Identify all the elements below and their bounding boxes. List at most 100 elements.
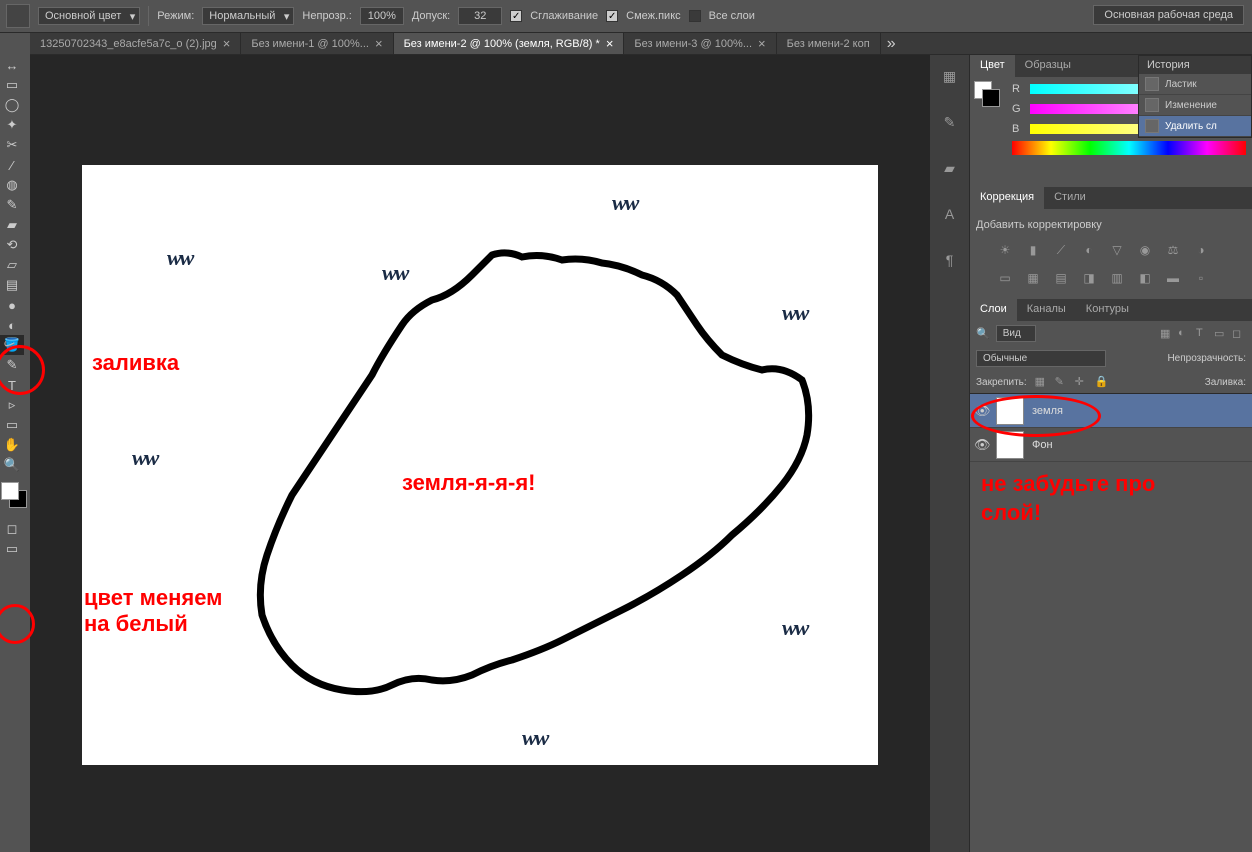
canvas[interactable]: ww ww ww ww ww ww ww земля-я-я-я!	[82, 165, 878, 765]
path-sel-tool[interactable]: ▹	[0, 395, 24, 415]
selective-icon[interactable]: ▫	[1192, 269, 1210, 287]
antialias-checkbox[interactable]: ✓	[510, 10, 522, 22]
lock-transparency-icon[interactable]: ▦	[1035, 375, 1049, 389]
history-tab[interactable]: История	[1139, 56, 1251, 74]
paint-bucket-tool[interactable]: 🪣	[0, 335, 24, 355]
swatches-tab[interactable]: Образцы	[1015, 55, 1081, 77]
eyedropper-tool[interactable]: ⁄	[0, 155, 24, 175]
contiguous-checkbox[interactable]: ✓	[606, 10, 618, 22]
lookup-icon[interactable]: ▤	[1052, 269, 1070, 287]
invert-icon[interactable]: ◨	[1080, 269, 1098, 287]
para-dock-icon[interactable]: ¶	[939, 249, 961, 271]
hand-tool[interactable]: ✋	[0, 435, 24, 455]
lock-paint-icon[interactable]: ✎	[1055, 375, 1069, 389]
layers-tab[interactable]: Слои	[970, 299, 1017, 321]
photo-filter-icon[interactable]: ▭	[996, 269, 1014, 287]
dock-strip: ▦ ✎ ▰ A ¶	[930, 55, 970, 852]
heal-tool[interactable]: ◍	[0, 175, 24, 195]
opacity-label: Непрозр.:	[302, 10, 351, 22]
filter-pixel-icon[interactable]: ▦	[1160, 327, 1174, 341]
history-item[interactable]: Ластик	[1139, 74, 1251, 95]
lock-position-icon[interactable]: ✛	[1075, 375, 1089, 389]
quickmask-tool[interactable]: ◻	[0, 519, 24, 539]
layer-kind-dropdown[interactable]: Вид	[996, 325, 1036, 342]
lock-all-icon[interactable]: 🔒	[1095, 375, 1109, 389]
color-swatches[interactable]	[0, 481, 28, 509]
layer-name[interactable]: Фон	[1032, 439, 1053, 451]
char-dock-icon[interactable]: A	[939, 203, 961, 225]
mode-label: Режим:	[157, 10, 194, 22]
close-icon[interactable]: ×	[606, 36, 614, 51]
blur-tool[interactable]: ●	[0, 295, 24, 315]
brush-tool[interactable]: ✎	[0, 195, 24, 215]
vibrance-icon[interactable]: ▽	[1108, 241, 1126, 259]
type-tool[interactable]: T	[0, 375, 24, 395]
blend-mode-dropdown[interactable]: Обычные	[976, 350, 1106, 367]
history-item[interactable]: Удалить сл	[1139, 116, 1251, 137]
clone-dock-icon[interactable]: ▰	[939, 157, 961, 179]
marquee-tool[interactable]: ▭	[0, 75, 24, 95]
color-tab[interactable]: Цвет	[970, 55, 1015, 77]
posterize-icon[interactable]: ▥	[1108, 269, 1126, 287]
opacity-label: Непрозрачность:	[1167, 353, 1246, 364]
styles-tab[interactable]: Стили	[1044, 187, 1096, 209]
threshold-icon[interactable]: ◧	[1136, 269, 1154, 287]
brushes-dock-icon[interactable]: ✎	[939, 111, 961, 133]
visibility-icon[interactable]: 👁	[974, 437, 988, 453]
tool-preset-icon[interactable]	[6, 4, 30, 28]
swatches-dock-icon[interactable]: ▦	[939, 65, 961, 87]
adjust-tab[interactable]: Коррекция	[970, 187, 1044, 209]
tabs-overflow-icon[interactable]: »	[881, 33, 902, 54]
close-icon[interactable]: ×	[758, 36, 766, 51]
move-tool[interactable]: ↔	[0, 55, 24, 75]
close-icon[interactable]: ×	[223, 36, 231, 51]
mixer-icon[interactable]: ▦	[1024, 269, 1042, 287]
filter-smart-icon[interactable]: ◻	[1232, 327, 1246, 341]
channels-tab[interactable]: Каналы	[1017, 299, 1076, 321]
eraser-tool[interactable]: ▱	[0, 255, 24, 275]
filter-shape-icon[interactable]: ▭	[1214, 327, 1228, 341]
brightness-icon[interactable]: ☀	[996, 241, 1014, 259]
close-icon[interactable]: ×	[375, 36, 383, 51]
layers-panel-tabs: Слои Каналы Контуры	[970, 299, 1252, 321]
filter-type-icon[interactable]: T	[1196, 327, 1210, 341]
bw-icon[interactable]: ◑	[1192, 241, 1210, 259]
zoom-tool[interactable]: 🔍	[0, 455, 24, 475]
all-layers-label: Все слои	[709, 10, 755, 22]
gradient-tool[interactable]: ▤	[0, 275, 24, 295]
tab-1[interactable]: Без имени-1 @ 100%...×	[241, 33, 393, 54]
opacity-input[interactable]: 100%	[360, 7, 404, 25]
all-layers-checkbox[interactable]	[689, 10, 701, 22]
hue-icon[interactable]: ◉	[1136, 241, 1154, 259]
curves-icon[interactable]: ⟋	[1052, 241, 1070, 259]
stamp-tool[interactable]: ▰	[0, 215, 24, 235]
gradmap-icon[interactable]: ▬	[1164, 269, 1182, 287]
filter-adjust-icon[interactable]: ◐	[1178, 327, 1192, 341]
tab-4[interactable]: Без имени-2 коп	[777, 33, 881, 54]
shape-tool[interactable]: ▭	[0, 415, 24, 435]
pen-tool[interactable]: ✎	[0, 355, 24, 375]
blend-mode-dropdown[interactable]: Нормальный	[202, 7, 294, 25]
exposure-icon[interactable]: ◐	[1080, 241, 1098, 259]
history-brush-tool[interactable]: ⟲	[0, 235, 24, 255]
history-item[interactable]: Изменение	[1139, 95, 1251, 116]
dodge-tool[interactable]: ◐	[0, 315, 24, 335]
lasso-tool[interactable]: ◯	[0, 95, 24, 115]
tab-2[interactable]: Без имени-2 @ 100% (земля, RGB/8) *×	[394, 33, 625, 54]
levels-icon[interactable]: ▮	[1024, 241, 1042, 259]
wand-tool[interactable]: ✦	[0, 115, 24, 135]
foreground-color[interactable]	[1, 482, 19, 500]
paths-tab[interactable]: Контуры	[1076, 299, 1139, 321]
color-panel-swatch[interactable]	[974, 81, 1000, 107]
hue-strip[interactable]	[1012, 141, 1246, 155]
tolerance-label: Допуск:	[412, 10, 450, 22]
tab-0[interactable]: 13250702343_e8acfe5a7c_o (2).jpg×	[30, 33, 241, 54]
fill-mode-dropdown[interactable]: Основной цвет	[38, 7, 140, 25]
adjust-panel-tabs: Коррекция Стили	[970, 187, 1252, 209]
crop-tool[interactable]: ✂	[0, 135, 24, 155]
workspace-button[interactable]: Основная рабочая среда	[1093, 5, 1244, 25]
screenmode-tool[interactable]: ▭	[0, 539, 24, 559]
tab-3[interactable]: Без имени-3 @ 100%...×	[624, 33, 776, 54]
balance-icon[interactable]: ⚖	[1164, 241, 1182, 259]
tolerance-input[interactable]: 32	[458, 7, 502, 25]
